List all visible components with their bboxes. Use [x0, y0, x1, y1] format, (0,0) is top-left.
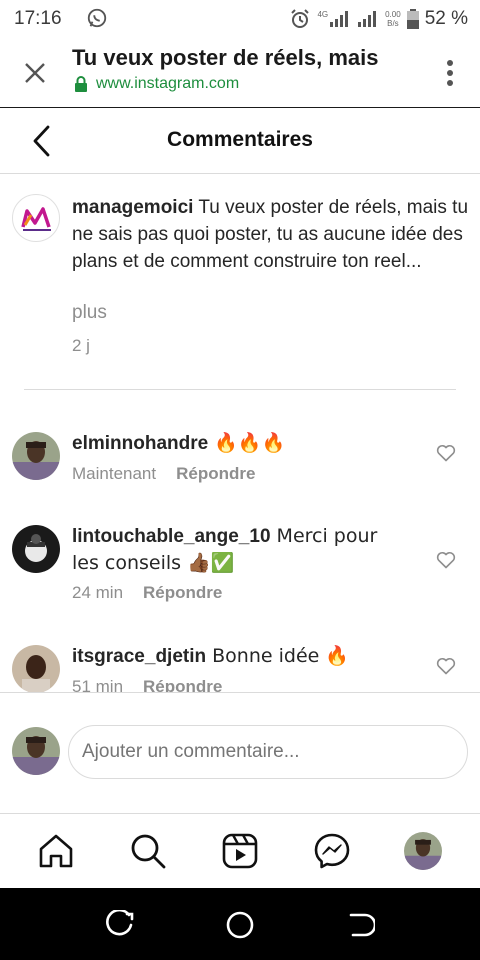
header-title: Commentaires: [167, 128, 313, 151]
alarm-icon: [291, 9, 310, 28]
search-icon[interactable]: [129, 832, 167, 870]
user-photo-icon: [12, 525, 60, 573]
comment-time: Maintenant: [72, 464, 157, 483]
lock-icon: [75, 76, 87, 92]
reply-button[interactable]: Répondre: [143, 677, 222, 692]
network-indicator: 4G: [317, 10, 351, 28]
caption-text: managemoici Tu veux poster de réels, mai…: [72, 194, 476, 275]
battery-percent: 52 %: [424, 8, 468, 29]
profile-avatar[interactable]: [404, 832, 442, 870]
heart-icon[interactable]: [436, 551, 456, 569]
reels-icon[interactable]: [221, 832, 259, 870]
avatar[interactable]: [12, 194, 60, 242]
page-title: Tu veux poster de réels, mais: [72, 45, 379, 70]
comment-text: lintouchable_ange_10 Merci pour les cons…: [72, 525, 378, 574]
avatar: [12, 727, 60, 775]
url-text: www.instagram.com: [96, 75, 240, 92]
close-icon[interactable]: [22, 60, 48, 86]
data-speed: 0.00 B/s: [385, 10, 401, 28]
heart-icon[interactable]: [436, 444, 456, 462]
whatsapp-icon: [87, 8, 107, 28]
browser-toolbar: Tu veux poster de réels, mais www.instag…: [0, 38, 480, 108]
user-photo-icon: [12, 432, 60, 480]
comment-composer: [0, 692, 480, 814]
comments-list[interactable]: elminnohandre 🔥🔥🔥 Maintenant Répondre li…: [0, 390, 480, 692]
messenger-icon[interactable]: [313, 832, 351, 870]
bottom-nav: [0, 814, 480, 888]
status-time: 17:16: [14, 8, 62, 29]
post-caption: managemoici Tu veux poster de réels, mai…: [0, 174, 480, 390]
comment-time: 51 min: [72, 677, 124, 692]
caption-time: 2 j: [72, 336, 90, 355]
user-photo-icon: [404, 832, 442, 870]
user-photo-icon: [12, 727, 60, 775]
caption-username[interactable]: managemoici: [72, 197, 193, 218]
comment-username[interactable]: itsgrace_djetin: [72, 646, 206, 667]
reply-button[interactable]: Répondre: [143, 583, 222, 603]
back-icon[interactable]: [345, 910, 375, 940]
comment-text: itsgrace_djetin Bonne idée 🔥: [72, 645, 350, 667]
comment-meta: Maintenant Répondre: [72, 464, 255, 484]
avatar[interactable]: [12, 432, 60, 480]
network-type: 4G: [317, 10, 329, 19]
comment-text: elminnohandre 🔥🔥🔥: [72, 432, 286, 454]
system-nav-bar: [0, 888, 480, 960]
heart-icon[interactable]: [436, 657, 456, 675]
status-right: 4G 0.00 B/s 52 %: [289, 7, 468, 31]
more-link[interactable]: plus: [72, 302, 107, 324]
comment-username[interactable]: elminnohandre: [72, 433, 208, 454]
comment-username[interactable]: lintouchable_ange_10: [72, 526, 271, 547]
avatar[interactable]: [12, 645, 60, 692]
recents-icon[interactable]: [105, 910, 135, 940]
signal-icon: [330, 11, 349, 27]
managemoici-logo-icon: [21, 207, 51, 231]
comments-header: Commentaires: [0, 108, 480, 174]
user-photo-icon: [12, 645, 60, 692]
comment-meta: 24 min Répondre: [72, 583, 222, 603]
more-vert-icon[interactable]: [446, 58, 454, 88]
home-circle-icon[interactable]: [225, 910, 255, 940]
comment-input[interactable]: [68, 725, 468, 779]
home-icon[interactable]: [37, 832, 75, 870]
comment-time: 24 min: [72, 583, 124, 602]
status-bar: 17:16 4G 0.00 B/s 52 %: [0, 0, 480, 38]
signal-icon-2: [358, 11, 377, 27]
avatar[interactable]: [12, 525, 60, 573]
reply-button[interactable]: Répondre: [176, 464, 255, 484]
comment-meta: 51 min Répondre: [72, 677, 222, 692]
battery-icon: [406, 9, 419, 29]
url-bar[interactable]: www.instagram.com: [74, 75, 239, 93]
